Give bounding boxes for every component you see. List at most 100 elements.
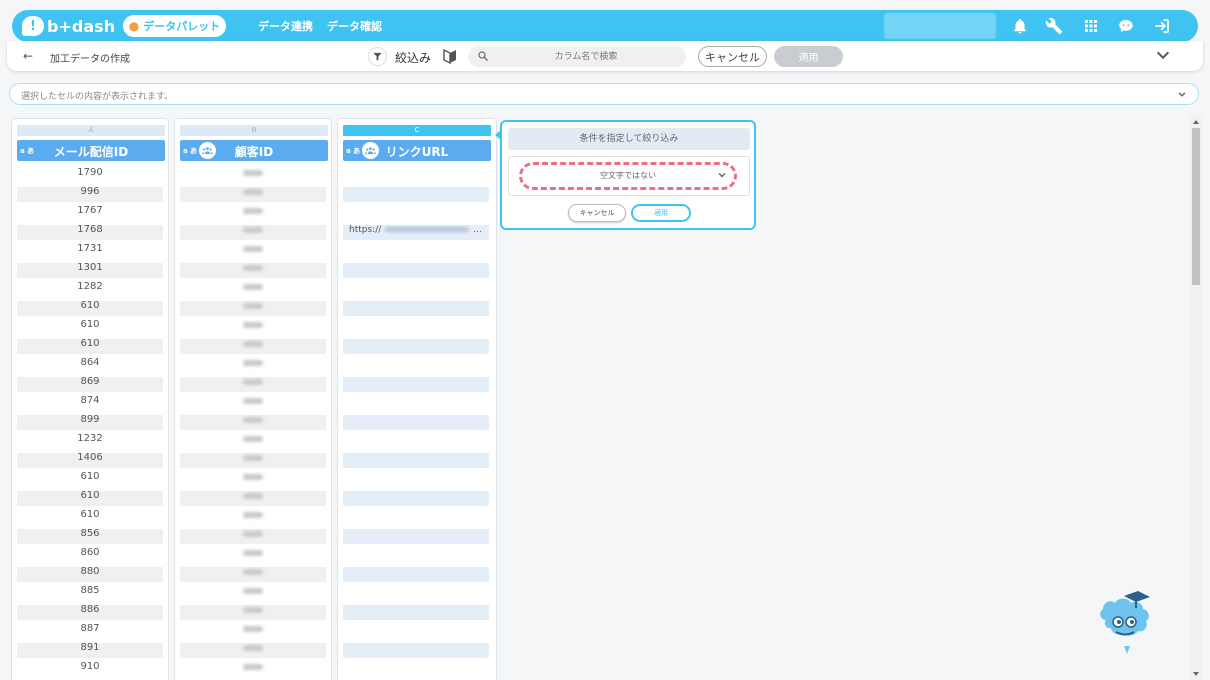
table-row[interactable]: 891	[17, 641, 163, 660]
table-row[interactable]: 869	[17, 375, 163, 394]
popup-cancel-button[interactable]: キャンセル	[568, 204, 626, 222]
scroll-up-arrow-icon[interactable]	[1193, 120, 1199, 124]
table-row[interactable]: 910	[17, 660, 163, 679]
table-row[interactable]: 887	[17, 622, 163, 641]
column-search-box[interactable]	[468, 46, 686, 67]
cancel-button[interactable]: キャンセル	[698, 46, 767, 67]
column-a[interactable]: A a あ メール配信ID 1790 996 1767 1768 1731 1301 128…	[11, 118, 169, 680]
table-row[interactable]	[343, 280, 489, 299]
table-row[interactable]	[180, 527, 326, 546]
column-b[interactable]: B a あ 顧客ID	[174, 118, 332, 680]
filter-label[interactable]: 絞込み	[395, 49, 431, 66]
user-info-blurred[interactable]	[884, 13, 996, 39]
table-row[interactable]	[180, 451, 326, 470]
column-search-input[interactable]	[496, 46, 676, 67]
table-row[interactable]	[343, 489, 489, 508]
table-row[interactable]	[180, 337, 326, 356]
column-c[interactable]: C a あ リンクURL https://...	[337, 118, 497, 680]
logout-icon[interactable]	[1152, 16, 1172, 36]
chat-bot-icon[interactable]	[1116, 16, 1136, 36]
table-row[interactable]: 1768	[17, 223, 163, 242]
table-row[interactable]: 610	[17, 489, 163, 508]
scroll-down-arrow-icon[interactable]	[1193, 672, 1199, 676]
table-row[interactable]	[343, 204, 489, 223]
table-row[interactable]: 899	[17, 413, 163, 432]
table-row[interactable]	[180, 280, 326, 299]
condition-select[interactable]: 空文字ではない	[519, 162, 737, 190]
table-row[interactable]	[180, 546, 326, 565]
table-row[interactable]: 1406	[17, 451, 163, 470]
column-letter[interactable]: B	[180, 125, 328, 136]
filter-funnel-icon[interactable]	[368, 47, 387, 66]
table-row[interactable]	[343, 546, 489, 565]
table-row[interactable]	[180, 641, 326, 660]
table-row[interactable]	[180, 261, 326, 280]
table-row[interactable]	[180, 622, 326, 641]
column-header-customer-id[interactable]: a あ 顧客ID	[180, 140, 328, 161]
table-row[interactable]	[343, 660, 489, 679]
table-row[interactable]	[180, 166, 326, 185]
table-row[interactable]	[343, 470, 489, 489]
table-row[interactable]	[343, 185, 489, 204]
table-row[interactable]	[343, 565, 489, 584]
table-row[interactable]	[343, 375, 489, 394]
table-row[interactable]	[343, 527, 489, 546]
table-row[interactable]	[180, 356, 326, 375]
table-row[interactable]: 610	[17, 508, 163, 527]
table-row[interactable]	[343, 622, 489, 641]
table-row[interactable]: 886	[17, 603, 163, 622]
table-row[interactable]	[180, 299, 326, 318]
table-row[interactable]	[180, 470, 326, 489]
table-row[interactable]: 1301	[17, 261, 163, 280]
table-row[interactable]	[180, 223, 326, 242]
table-row[interactable]	[343, 356, 489, 375]
table-row[interactable]: 610	[17, 337, 163, 356]
table-row[interactable]	[343, 641, 489, 660]
table-row[interactable]	[343, 242, 489, 261]
table-row[interactable]	[180, 204, 326, 223]
column-header-mail-id[interactable]: a あ メール配信ID	[17, 140, 165, 161]
table-row[interactable]: 864	[17, 356, 163, 375]
table-row[interactable]: 610	[17, 299, 163, 318]
beginner-mark-icon[interactable]	[443, 48, 457, 64]
brand-logo[interactable]: ! b+dash	[22, 14, 115, 38]
apply-button[interactable]: 適用	[774, 46, 843, 67]
table-row[interactable]	[180, 185, 326, 204]
table-row[interactable]: 860	[17, 546, 163, 565]
table-row[interactable]	[180, 584, 326, 603]
table-row[interactable]	[180, 603, 326, 622]
table-row[interactable]	[343, 299, 489, 318]
table-row[interactable]	[343, 584, 489, 603]
cell-content-bar[interactable]: 選択したセルの内容が表示されます。	[9, 83, 1199, 105]
table-row[interactable]: 996	[17, 185, 163, 204]
table-row[interactable]: 1767	[17, 204, 163, 223]
column-header-link-url[interactable]: a あ リンクURL	[343, 140, 491, 161]
table-row[interactable]	[180, 413, 326, 432]
bell-icon[interactable]	[1010, 16, 1030, 36]
nav-data-check[interactable]: データ確認	[327, 18, 382, 34]
vertical-scrollbar[interactable]	[1190, 116, 1202, 680]
table-row[interactable]	[343, 508, 489, 527]
wrench-icon[interactable]	[1044, 16, 1064, 36]
table-row[interactable]: https://...	[343, 223, 489, 242]
table-row[interactable]	[180, 242, 326, 261]
column-letter[interactable]: A	[17, 125, 165, 136]
table-row[interactable]: 874	[17, 394, 163, 413]
table-row[interactable]	[343, 337, 489, 356]
table-row[interactable]: 885	[17, 584, 163, 603]
table-row[interactable]	[180, 375, 326, 394]
table-row[interactable]	[180, 565, 326, 584]
table-row[interactable]	[180, 660, 326, 679]
table-row[interactable]: 1731	[17, 242, 163, 261]
table-row[interactable]: 1232	[17, 432, 163, 451]
table-row[interactable]	[343, 603, 489, 622]
table-row[interactable]	[180, 394, 326, 413]
data-palette-button[interactable]: ● データパレット	[123, 15, 226, 37]
table-row[interactable]	[343, 318, 489, 337]
table-row[interactable]	[343, 432, 489, 451]
table-row[interactable]	[343, 394, 489, 413]
table-row[interactable]	[180, 318, 326, 337]
chevron-down-icon[interactable]	[1175, 87, 1189, 101]
table-row[interactable]: 856	[17, 527, 163, 546]
table-row[interactable]	[343, 261, 489, 280]
